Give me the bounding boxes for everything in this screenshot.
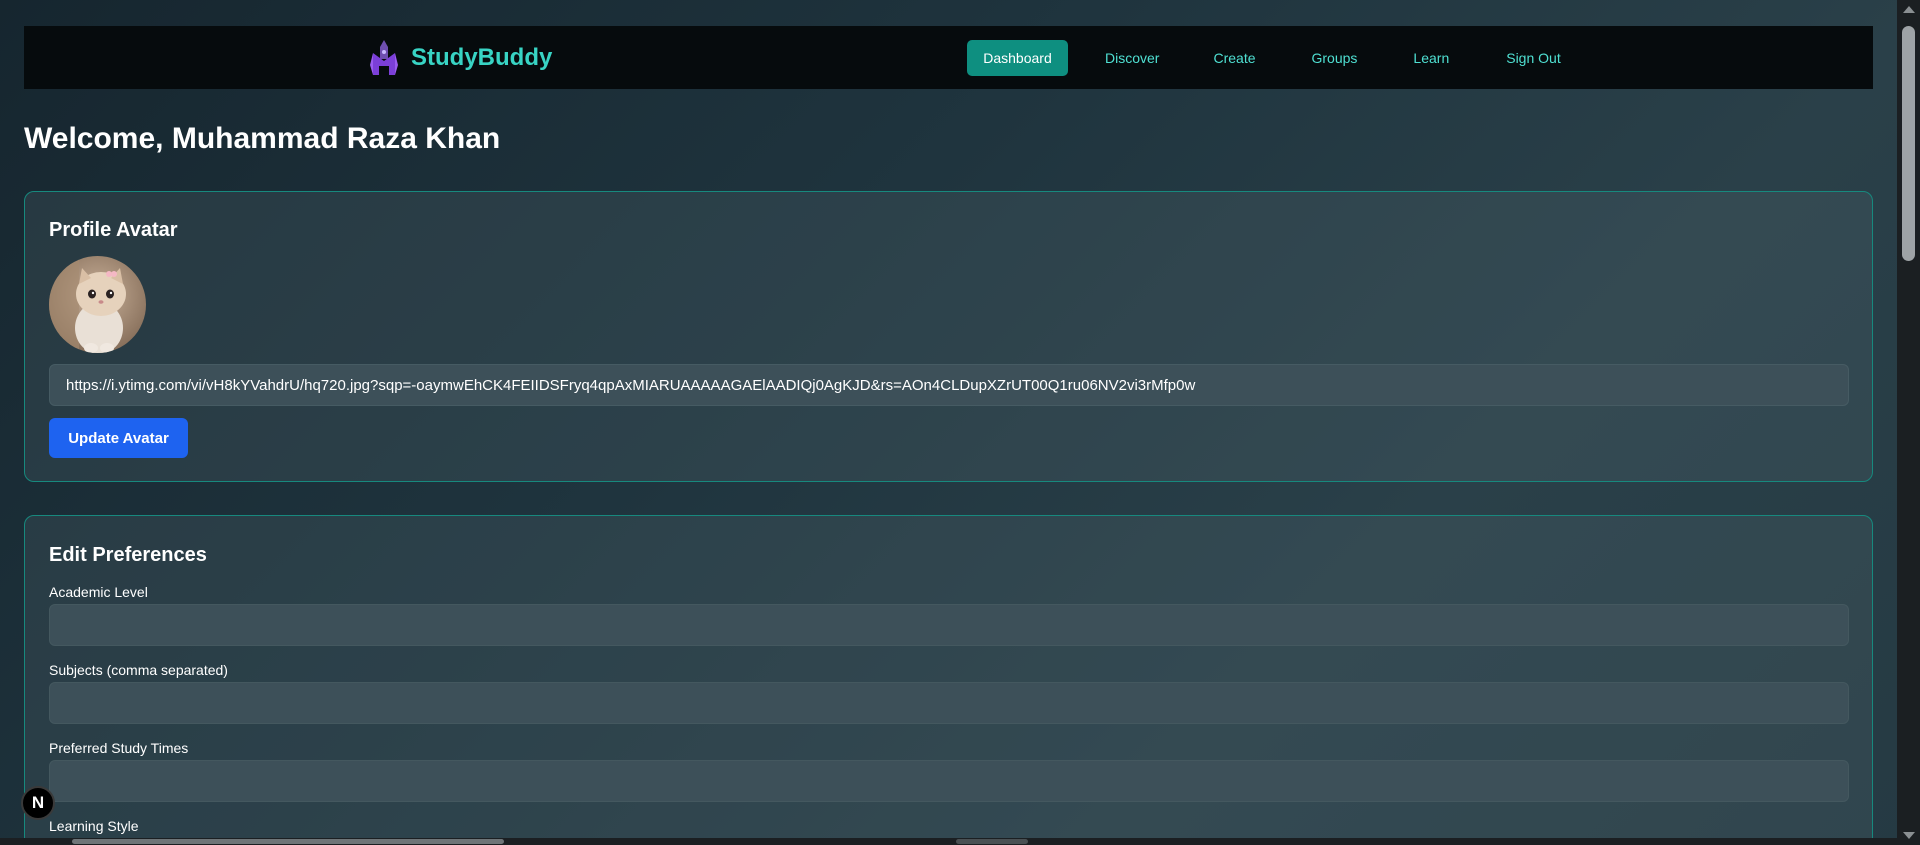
avatar: [49, 256, 146, 353]
update-avatar-button[interactable]: Update Avatar: [49, 418, 188, 458]
subjects-input[interactable]: [49, 682, 1849, 724]
vertical-scroll-thumb[interactable]: [1902, 26, 1915, 261]
vertical-scrollbar[interactable]: [1897, 0, 1920, 845]
nav-dashboard[interactable]: Dashboard: [967, 40, 1068, 76]
horizontal-scroll-marker: [956, 839, 1028, 844]
kitten-avatar-image: [49, 256, 146, 353]
academic-level-label: Academic Level: [49, 584, 148, 600]
nav-discover[interactable]: Discover: [1089, 40, 1175, 76]
subjects-label: Subjects (comma separated): [49, 662, 228, 678]
page: StudyBuddy Dashboard Discover Create Gro…: [0, 0, 1897, 838]
avatar-url-input[interactable]: [49, 364, 1849, 406]
nav-create[interactable]: Create: [1197, 40, 1271, 76]
welcome-heading: Welcome, Muhammad Raza Khan: [24, 122, 501, 155]
nav-groups[interactable]: Groups: [1296, 40, 1374, 76]
scroll-down-icon[interactable]: [1903, 832, 1915, 839]
brand[interactable]: StudyBuddy: [369, 39, 552, 77]
study-times-label: Preferred Study Times: [49, 740, 189, 756]
edit-preferences-card: Edit Preferences Academic Level Subjects…: [24, 515, 1873, 838]
rocket-house-icon: [370, 40, 398, 75]
dev-badge-letter: N: [31, 793, 45, 812]
top-navbar: StudyBuddy Dashboard Discover Create Gro…: [24, 26, 1873, 89]
study-times-input[interactable]: [49, 760, 1849, 802]
horizontal-scroll-thumb[interactable]: [72, 839, 504, 844]
nav-sign-out[interactable]: Sign Out: [1490, 40, 1576, 76]
profile-avatar-card: Profile Avatar https://i.ytimg.com/vi/vH…: [24, 191, 1873, 482]
edit-preferences-title: Edit Preferences: [49, 544, 207, 566]
main-nav: Dashboard Discover Create Groups Learn S…: [967, 40, 1584, 76]
dev-tools-badge[interactable]: N: [21, 786, 55, 820]
profile-avatar-title: Profile Avatar: [49, 219, 178, 241]
academic-level-input[interactable]: [49, 604, 1849, 646]
brand-name: StudyBuddy: [411, 44, 553, 71]
learning-style-label: Learning Style: [49, 818, 139, 834]
horizontal-scrollbar[interactable]: [0, 838, 1897, 845]
scroll-up-icon[interactable]: [1903, 6, 1915, 13]
nav-learn[interactable]: Learn: [1397, 40, 1465, 76]
